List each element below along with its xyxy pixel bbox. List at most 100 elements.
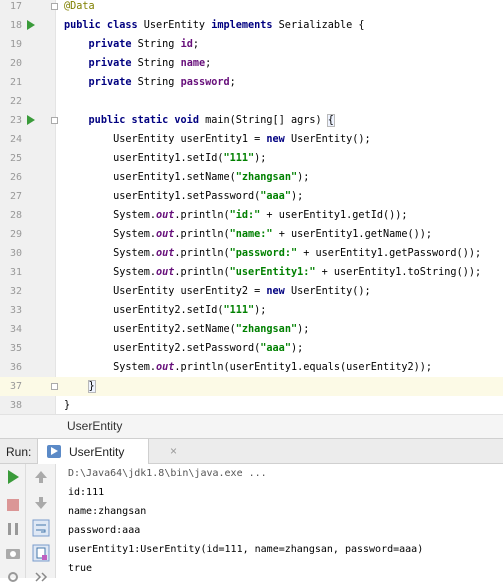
- code-token: UserEntity: [143, 20, 212, 31]
- code-token: String: [137, 58, 181, 69]
- code-token: System.: [64, 267, 157, 278]
- code-line[interactable]: 36 System.out.println(userEntity1.equals…: [0, 358, 503, 377]
- code-line[interactable]: 30 System.out.println("password:" + user…: [0, 244, 503, 263]
- scroll-down-icon[interactable]: [32, 494, 50, 512]
- line-number: 24: [9, 134, 22, 145]
- code-token: out: [156, 267, 175, 278]
- code-token: userEntity2.setId(: [64, 305, 224, 316]
- code-line[interactable]: 21 private String password;: [0, 73, 503, 92]
- code-line[interactable]: 26 userEntity1.setName("zhangsan");: [0, 168, 503, 187]
- fold-marker-icon[interactable]: [51, 117, 58, 124]
- code-line[interactable]: 18 public class UserEntity implements Ser…: [0, 16, 503, 35]
- code-line[interactable]: 34 userEntity2.setName("zhangsan");: [0, 320, 503, 339]
- code-line[interactable]: 37 }: [0, 377, 503, 396]
- run-toolbar-right: [26, 464, 56, 582]
- code-token: ;: [205, 58, 212, 69]
- code-token: System.: [64, 362, 157, 373]
- code-line[interactable]: 33 userEntity2.setId("111");: [0, 301, 503, 320]
- more-icon[interactable]: [32, 568, 50, 586]
- code-line[interactable]: 27 userEntity1.setPassword("aaa");: [0, 187, 503, 206]
- code-text: System.out.println("id:" + userEntity1.g…: [64, 206, 407, 225]
- breadcrumb[interactable]: UserEntity: [0, 414, 503, 438]
- code-token: "aaa": [260, 343, 291, 354]
- console-line: true: [68, 563, 93, 574]
- code-token: + userEntity1.getPassword());: [297, 248, 482, 259]
- code-line[interactable]: 28 System.out.println("id:" + userEntity…: [0, 206, 503, 225]
- print-icon[interactable]: [32, 544, 50, 562]
- code-token: .println(: [174, 248, 230, 259]
- code-text: @Data: [64, 0, 95, 16]
- code-token: "111": [223, 153, 255, 164]
- code-line[interactable]: 35 userEntity2.setPassword("aaa");: [0, 339, 503, 358]
- code-token: private: [88, 58, 138, 69]
- code-token: }: [64, 400, 71, 411]
- code-token: "userEntity1:": [229, 267, 316, 278]
- console-output[interactable]: D:\Java64\jdk1.8\bin\java.exe ... id:111 n…: [68, 464, 423, 578]
- code-line[interactable]: 22: [0, 92, 503, 111]
- code-token: UserEntity userEntity1 =: [64, 134, 267, 145]
- scroll-up-icon[interactable]: [32, 468, 50, 486]
- fold-marker-icon[interactable]: [51, 3, 58, 10]
- code-line[interactable]: 23 public static void main(String[] agrs…: [0, 111, 503, 130]
- line-number: 33: [9, 305, 22, 316]
- line-number: 23: [9, 115, 22, 126]
- fold-marker-icon[interactable]: [51, 383, 58, 390]
- code-text: System.out.println(userEntity1.equals(us…: [64, 358, 432, 377]
- line-number: 26: [9, 172, 22, 183]
- console-line: userEntity1:UserEntity(id=111, name=zhan…: [68, 544, 424, 555]
- code-line[interactable]: 31 System.out.println("userEntity1:" + u…: [0, 263, 503, 282]
- code-line[interactable]: 38}: [0, 396, 503, 415]
- code-line[interactable]: 25 userEntity1.setId("111");: [0, 149, 503, 168]
- camera-icon[interactable]: [4, 544, 22, 562]
- run-label: Run:: [6, 445, 32, 459]
- code-token: implements: [211, 20, 279, 31]
- code-token: "id:": [229, 210, 261, 221]
- run-gutter-icon[interactable]: [27, 20, 35, 30]
- code-token: }: [87, 380, 96, 393]
- line-number: 17: [9, 1, 22, 12]
- code-text: private String password;: [64, 73, 236, 92]
- run-gutter-icon[interactable]: [27, 115, 35, 125]
- code-line[interactable]: 17 @Data: [0, 0, 503, 16]
- line-number: 20: [9, 58, 22, 69]
- breadcrumb-class[interactable]: UserEntity: [67, 419, 122, 433]
- code-token: System.: [64, 229, 157, 240]
- code-token: );: [297, 172, 310, 183]
- code-token: .println(: [174, 229, 230, 240]
- code-editor[interactable]: 17 @Data 18 public class UserEntity impleme…: [0, 0, 503, 414]
- code-token: userEntity1.setName(: [64, 172, 236, 183]
- line-number: 34: [9, 324, 22, 335]
- close-tab-icon[interactable]: ×: [170, 444, 177, 458]
- line-number: 36: [9, 362, 22, 373]
- soft-wrap-icon[interactable]: [32, 519, 50, 537]
- line-number: 32: [9, 286, 22, 297]
- pause-icon[interactable]: [4, 520, 22, 538]
- code-token: userEntity1.setPassword(: [64, 191, 261, 202]
- code-text: userEntity1.setPassword("aaa");: [64, 187, 303, 206]
- code-text: System.out.println("userEntity1:" + user…: [64, 263, 481, 282]
- line-number: 38: [9, 400, 22, 411]
- code-token: String: [137, 39, 181, 50]
- stop-icon[interactable]: [4, 496, 22, 514]
- code-token: UserEntity();: [290, 134, 371, 145]
- settings-icon[interactable]: [4, 568, 22, 586]
- rerun-icon[interactable]: [4, 468, 22, 486]
- code-text: userEntity1.setName("zhangsan");: [64, 168, 309, 187]
- code-text: public static void main(String[] agrs) {: [64, 111, 335, 130]
- console-line: id:111: [68, 487, 105, 498]
- code-token: String: [137, 77, 181, 88]
- code-token: new: [266, 134, 291, 145]
- code-line[interactable]: 19 private String id;: [0, 35, 503, 54]
- code-text: public class UserEntity implements Seria…: [64, 16, 365, 35]
- line-number: 37: [9, 381, 22, 392]
- line-number: 30: [9, 248, 22, 259]
- code-line[interactable]: 29 System.out.println("name:" + userEnti…: [0, 225, 503, 244]
- code-line[interactable]: 32 UserEntity userEntity2 = new UserEnti…: [0, 282, 503, 301]
- code-token: userEntity2.setName(: [64, 324, 236, 335]
- code-line[interactable]: 20 private String name;: [0, 54, 503, 73]
- run-tab-userentity[interactable]: UserEntity ×: [37, 439, 177, 464]
- code-line[interactable]: 24 UserEntity userEntity1 = new UserEnti…: [0, 130, 503, 149]
